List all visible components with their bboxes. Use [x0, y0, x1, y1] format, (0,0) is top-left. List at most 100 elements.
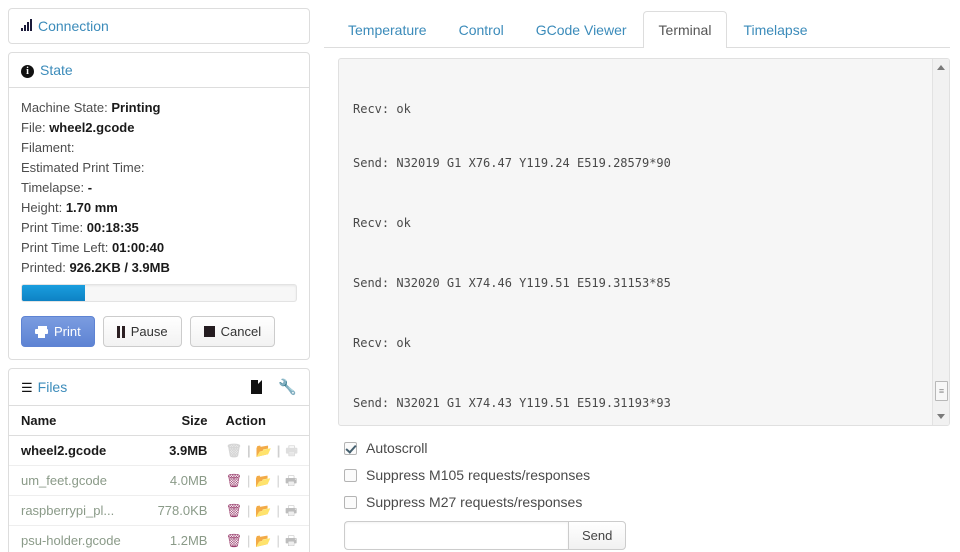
file-name: wheel2.gcode [9, 435, 137, 466]
page-icon[interactable] [251, 380, 263, 394]
print-progress-fill [22, 285, 86, 301]
pause-button-label: Pause [130, 324, 168, 339]
state-row-height: Height: 1.70 mm [21, 200, 118, 215]
print-button[interactable]: Print [21, 316, 95, 347]
tab-temperature[interactable]: Temperature [332, 11, 443, 48]
terminal-scrollbar[interactable]: ≡ [932, 59, 949, 425]
connection-panel-title: Connection [38, 18, 109, 34]
terminal-options: Autoscroll Suppress M105 requests/respon… [338, 426, 950, 550]
files-table: Name Size Action wheel2.gcode 3.9MB 🗑 | [9, 406, 309, 552]
state-row-print-time: Print Time: 00:18:35 [21, 220, 139, 235]
terminal-line: Send: N32020 G1 X74.46 Y119.51 E519.3115… [353, 276, 671, 290]
print-progress-bar [21, 284, 297, 302]
table-row[interactable]: wheel2.gcode 3.9MB 🗑 | 📂 | 🖶 [9, 435, 309, 466]
load-file-icon[interactable]: 📂 [255, 534, 271, 547]
command-input[interactable] [344, 521, 568, 550]
load-file-icon[interactable]: 📂 [256, 444, 272, 457]
cancel-button[interactable]: Cancel [189, 316, 276, 347]
delete-file-icon[interactable]: 🗑 [225, 474, 242, 487]
send-button[interactable]: Send [568, 521, 627, 550]
state-row-printed: Printed: 926.2KB / 3.9MB [21, 260, 170, 275]
wrench-icon[interactable]: 🔧 [278, 378, 297, 396]
file-size: 3.9MB [136, 435, 216, 466]
cancel-button-label: Cancel [220, 324, 262, 339]
state-row-filament: Filament: [21, 140, 75, 155]
delete-file-icon[interactable]: 🗑 [225, 534, 242, 547]
file-name: um_feet.gcode [9, 465, 137, 496]
load-file-icon[interactable]: 📂 [255, 504, 271, 517]
connection-panel-header[interactable]: Connection [9, 9, 309, 43]
delete-file-icon[interactable]: 🗑 [225, 504, 242, 517]
print-file-icon[interactable]: 🖶 [285, 444, 297, 457]
print-button-label: Print [54, 324, 81, 339]
state-panel-header[interactable]: i State [9, 53, 309, 88]
option-suppress-m27[interactable]: Suppress M27 requests/responses [344, 494, 950, 510]
terminal-line: Recv: ok [353, 103, 411, 113]
print-control-buttons: Print Pause Cancel [21, 316, 297, 347]
stop-square-icon [203, 326, 215, 337]
list-icon: ☰ [21, 379, 33, 395]
state-row-print-time-left: Print Time Left: 01:00:40 [21, 240, 165, 255]
scroll-up-button[interactable] [933, 59, 949, 76]
table-row[interactable]: um_feet.gcode 4.0MB 🗑 | 📂 | 🖶 [9, 465, 309, 496]
files-column-name: Name [9, 406, 137, 436]
file-name: raspberrypi_pl... [9, 495, 137, 526]
delete-file-icon[interactable]: 🗑 [225, 444, 242, 457]
pause-button[interactable]: Pause [102, 316, 182, 347]
option-suppress-m105[interactable]: Suppress M105 requests/responses [344, 467, 950, 483]
print-file-icon[interactable]: 🖶 [285, 474, 297, 487]
files-table-header-row: Name Size Action [9, 406, 309, 436]
scrollbar-thumb[interactable]: ≡ [935, 381, 948, 401]
connection-panel: Connection [8, 8, 310, 44]
files-header-actions: 🔧 [251, 378, 297, 396]
terminal-line: Recv: ok [353, 216, 411, 230]
terminal-output-container: Recv: ok Send: N32019 G1 X76.47 Y119.24 … [338, 58, 950, 426]
suppress-m27-checkbox[interactable] [344, 495, 357, 509]
state-row-file: File: wheel2.gcode [21, 120, 135, 135]
octoprint-app: Connection i State Machine State: Printi… [0, 0, 960, 552]
suppress-m105-checkbox[interactable] [344, 468, 357, 482]
tab-timelapse-label: Timelapse [743, 22, 808, 38]
terminal-line: Send: N32019 G1 X76.47 Y119.24 E519.2857… [353, 156, 671, 170]
file-size: 4.0MB [136, 465, 216, 496]
files-column-action: Action [215, 406, 309, 436]
tab-gcode-viewer-label: GCode Viewer [535, 22, 627, 38]
suppress-m105-label: Suppress M105 requests/responses [366, 467, 591, 483]
files-panel: ☰ Files 🔧 Name Size Action wheel2.gcode … [8, 368, 310, 552]
chevron-down-icon [937, 414, 945, 419]
state-row-timelapse: Timelapse: - [21, 180, 93, 195]
terminal-line: Send: N32021 G1 X74.43 Y119.51 E519.3119… [353, 396, 671, 410]
left-sidebar: Connection i State Machine State: Printi… [0, 0, 318, 552]
tab-temperature-label: Temperature [348, 22, 427, 38]
file-name: psu-holder.gcode [9, 525, 137, 552]
print-file-icon[interactable]: 🖶 [285, 534, 297, 547]
tab-bar: Temperature Control GCode Viewer Termina… [324, 8, 950, 48]
info-circle-icon: i [21, 63, 34, 78]
state-panel: i State Machine State: Printing File: wh… [8, 52, 310, 360]
tab-gcode-viewer[interactable]: GCode Viewer [520, 11, 643, 48]
state-row-machine-state: Machine State: Printing [21, 100, 161, 115]
scroll-down-button[interactable] [933, 408, 949, 425]
tab-control[interactable]: Control [443, 11, 520, 48]
terminal-log[interactable]: Recv: ok Send: N32019 G1 X76.47 Y119.24 … [339, 59, 931, 425]
chevron-up-icon [937, 65, 945, 70]
files-panel-header[interactable]: ☰ Files 🔧 [9, 369, 309, 406]
main-content: Temperature Control GCode Viewer Termina… [318, 0, 960, 552]
table-row[interactable]: raspberrypi_pl... 778.0KB 🗑 | 📂 | 🖶 [9, 495, 309, 526]
printer-icon [35, 326, 48, 338]
files-column-size: Size [136, 406, 216, 436]
suppress-m27-label: Suppress M27 requests/responses [366, 494, 583, 510]
print-file-icon[interactable]: 🖶 [285, 504, 297, 517]
tab-terminal[interactable]: Terminal [642, 11, 728, 48]
state-panel-title: State [40, 62, 73, 78]
autoscroll-checkbox[interactable] [344, 441, 357, 455]
file-size: 778.0KB [136, 495, 216, 526]
state-panel-body: Machine State: Printing File: wheel2.gco… [9, 88, 309, 359]
tab-timelapse[interactable]: Timelapse [727, 11, 823, 48]
terminal-line: Recv: ok [353, 336, 411, 350]
file-size: 1.2MB [136, 525, 216, 552]
command-send-row: Send [344, 521, 950, 550]
option-autoscroll[interactable]: Autoscroll [344, 440, 950, 456]
table-row[interactable]: psu-holder.gcode 1.2MB 🗑 | 📂 | 🖶 [9, 525, 309, 552]
load-file-icon[interactable]: 📂 [255, 474, 271, 487]
